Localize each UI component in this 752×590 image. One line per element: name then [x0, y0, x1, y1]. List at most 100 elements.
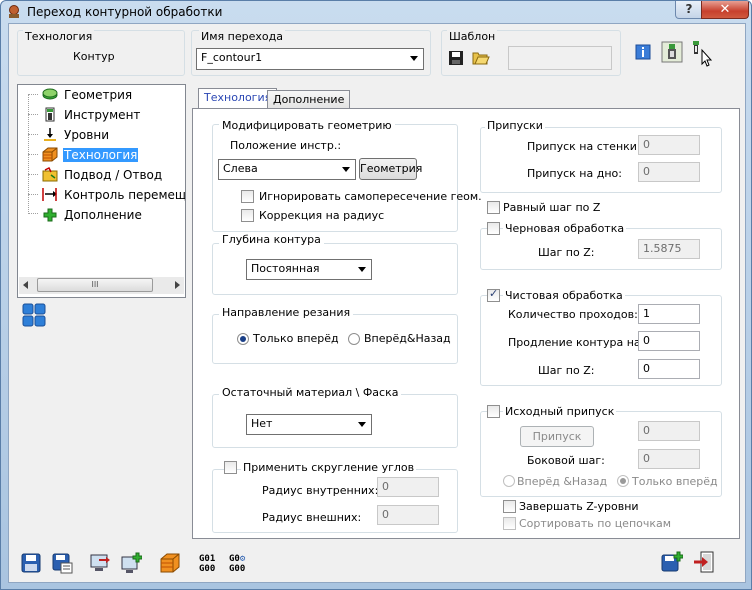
forward-back-radio[interactable]	[348, 333, 360, 345]
rough-machining-checkbox[interactable]	[487, 222, 500, 235]
tool-view-icon[interactable]	[661, 41, 683, 63]
residual-material-select[interactable]: Нет	[246, 414, 372, 435]
contour-extension-label: Продление контура на:	[508, 336, 645, 349]
modify-geometry-title: Модифицировать геометрию	[219, 119, 395, 132]
tab-technology[interactable]: Технология	[198, 88, 278, 109]
save-as-icon[interactable]	[51, 552, 73, 574]
chevron-down-icon	[358, 267, 366, 272]
floor-allowance-label: Припуск на дно:	[527, 167, 622, 180]
tool-position-value: Слева	[223, 162, 258, 175]
app-icon	[9, 5, 19, 18]
initial-forward-back-radio[interactable]	[503, 475, 515, 487]
transition-name-value: F_contour1	[201, 51, 263, 64]
radius-correction-checkbox[interactable]	[241, 209, 254, 222]
close-button[interactable]: ✕	[701, 1, 749, 19]
exit-icon[interactable]	[693, 551, 715, 573]
motion-control-icon	[42, 188, 57, 201]
chevron-down-icon	[358, 422, 366, 427]
initial-allowance-checkbox[interactable]	[487, 405, 500, 418]
allowance-button[interactable]: Припуск	[520, 426, 594, 447]
forward-back-label: Вперёд&Назад	[364, 332, 451, 345]
radius-correction-label: Коррекция на радиус	[259, 209, 385, 222]
finish-z-step-field[interactable]: 0	[638, 359, 700, 379]
ignore-self-intersection-checkbox[interactable]	[241, 190, 254, 203]
cursor-tool-icon[interactable]	[691, 40, 715, 68]
equal-z-step-label: Равный шаг по Z	[503, 201, 601, 214]
contour-extension-field[interactable]: 0	[638, 331, 700, 351]
technology-stack-icon[interactable]	[159, 552, 181, 574]
rough-z-step-field: 1.5875	[638, 239, 700, 259]
gcode-edit-button[interactable]: G0⚙ G00	[229, 554, 245, 574]
residual-material-title: Остаточный материал \ Фаска	[219, 386, 402, 399]
side-step-label: Боковой шаг:	[527, 454, 605, 467]
dialog-window: Переход контурной обработки ? ✕ Технолог…	[0, 0, 752, 590]
finish-z-levels-label: Завершать Z-уровни	[519, 500, 639, 513]
export-icon[interactable]	[89, 552, 111, 574]
corner-rounding-checkbox[interactable]	[224, 461, 237, 474]
scroll-right-icon[interactable]	[173, 281, 181, 289]
sort-by-chains-checkbox[interactable]	[503, 517, 516, 530]
corner-rounding-label: Применить скругление углов	[241, 461, 417, 474]
tool-position-select[interactable]: Слева	[218, 159, 356, 180]
floor-allowance-field: 0	[638, 162, 700, 182]
inner-radius-label: Радиус внутренних:	[262, 484, 379, 497]
open-template-icon[interactable]	[472, 49, 490, 66]
initial-allowance-label: Исходный припуск	[503, 405, 617, 418]
forward-only-label: Только вперёд	[253, 332, 339, 345]
scroll-left-icon[interactable]	[22, 281, 30, 289]
finish-z-levels-checkbox[interactable]	[503, 500, 516, 513]
passes-count-field[interactable]: 1	[638, 304, 700, 324]
side-step-field: 0	[638, 449, 700, 469]
dialog-client: Технология Контур Имя перехода F_contour…	[8, 23, 746, 583]
ignore-self-intersection-label: Игнорировать самопересечение геом.	[259, 190, 482, 203]
inner-radius-field: 0	[377, 477, 439, 497]
initial-allowance-field: 0	[638, 421, 700, 441]
save-icon[interactable]	[20, 552, 42, 574]
layout-grid-icon[interactable]	[22, 303, 46, 327]
transition-name-combobox[interactable]: F_contour1	[196, 48, 424, 70]
wall-allowance-label: Припуск на стенки:	[527, 140, 641, 153]
passes-count-label: Количество проходов:	[508, 308, 638, 321]
finish-machining-label: Чистовая обработка	[503, 289, 625, 302]
allowances-title: Припуски	[485, 119, 545, 132]
forward-only-radio[interactable]	[237, 333, 249, 345]
outer-radius-label: Радиус внешних:	[262, 511, 362, 524]
gear-icon: ⚙	[239, 554, 246, 564]
template-field	[508, 46, 612, 70]
window-title: Переход контурной обработки	[27, 5, 223, 19]
info-icon[interactable]	[635, 44, 651, 60]
initial-forward-only-radio[interactable]	[617, 475, 629, 487]
chevron-down-icon	[342, 167, 350, 172]
tab-addition[interactable]: Дополнение	[267, 90, 351, 109]
save-add-icon[interactable]	[661, 551, 683, 573]
transition-name-label: Имя перехода	[199, 30, 285, 43]
initial-forward-back-label: Вперёд &Назад	[517, 475, 608, 488]
technology-icon	[42, 147, 58, 162]
levels-icon	[44, 128, 56, 141]
residual-material-value: Нет	[251, 417, 273, 430]
scroll-thumb[interactable]: III	[37, 278, 153, 292]
contour-depth-title: Глубина контура	[219, 233, 324, 246]
help-button[interactable]: ?	[675, 1, 703, 19]
plus-icon	[43, 208, 57, 222]
rough-z-step-label: Шаг по Z:	[538, 246, 595, 259]
approach-icon	[42, 167, 58, 182]
sort-by-chains-label: Сортировать по цепочкам	[519, 517, 672, 530]
contour-depth-value: Постоянная	[251, 262, 320, 275]
technology-value: Контур	[73, 50, 115, 63]
template-label: Шаблон	[447, 30, 498, 43]
geometry-button[interactable]: Геометрия	[359, 158, 422, 180]
add-operation-icon[interactable]	[120, 552, 142, 574]
tool-position-label: Положение инстр.:	[230, 139, 342, 152]
equal-z-step-checkbox[interactable]	[487, 201, 500, 214]
contour-depth-select[interactable]: Постоянная	[246, 259, 372, 280]
finish-machining-checkbox[interactable]	[487, 287, 500, 302]
technology-label: Технология	[23, 30, 95, 43]
tree-horizontal-scrollbar[interactable]: III	[19, 277, 184, 294]
tool-icon	[45, 107, 55, 122]
navigation-tree[interactable]: Геометрия Инструмент Уровни Технология П…	[17, 84, 186, 298]
title-bar[interactable]: Переход контурной обработки ? ✕	[1, 1, 751, 23]
chevron-down-icon	[410, 56, 418, 61]
gcode-preview-button[interactable]: G01 G00	[199, 554, 215, 574]
save-template-icon[interactable]	[448, 50, 464, 66]
